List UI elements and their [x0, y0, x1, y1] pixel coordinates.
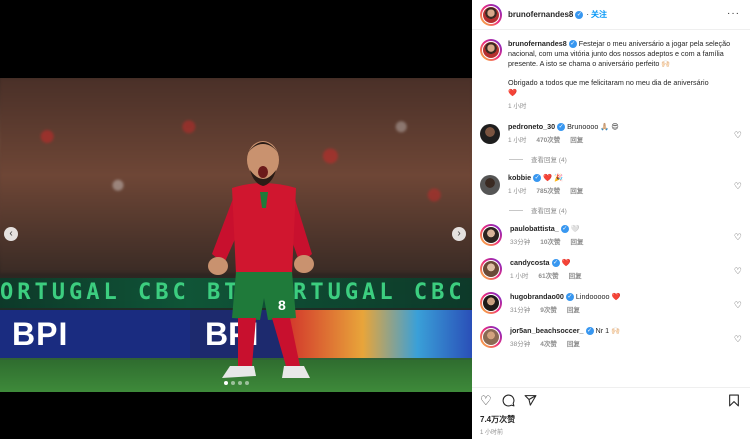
comment-item: candycosta ✓ ❤️ 1 小时 61次赞 回复 ♡ — [472, 258, 750, 282]
comment-likes[interactable]: 10次赞 — [540, 238, 560, 248]
comment-icon[interactable] — [502, 394, 515, 409]
comment-time: 33分钟 — [510, 239, 531, 246]
verified-icon: ✓ — [560, 225, 569, 234]
verified-icon: ✓ — [557, 123, 566, 132]
previous-image-button[interactable]: ‹ — [4, 227, 18, 241]
comment-item: jor5an_beachsoccer_ ✓ Nr 1 🙌🏻 38分钟 4次赞 回复 ♡ — [472, 326, 750, 350]
verified-icon: ✓ — [575, 10, 584, 19]
comment-item: hugobrandao00 ✓ Lindooooo ❤️ 31分钟 9次赞 回复 ♡ — [472, 292, 750, 316]
comment-likes[interactable]: 61次赞 — [538, 272, 558, 282]
comment-item: kobbie ✓ ❤️ 🎉 1 小时 785次赞 回复 ♡ — [472, 173, 750, 197]
view-replies-button[interactable]: 查看回复 (4) — [509, 154, 750, 164]
carousel-dot — [224, 381, 228, 385]
chevron-right-icon: › — [457, 228, 461, 239]
verified-icon: ✓ — [533, 174, 542, 183]
reply-button[interactable]: 回复 — [567, 340, 580, 350]
comments-list[interactable]: brunofernandes8 ✓ Festejar o meu aniversá… — [472, 31, 750, 382]
share-icon[interactable] — [524, 394, 537, 409]
commenter-avatar[interactable] — [480, 124, 500, 144]
comment-text: Brunoooo 🙏🏼 😍 — [567, 122, 619, 131]
like-comment-icon[interactable]: ♡ — [734, 232, 742, 243]
comment-text: 🤍 — [570, 224, 580, 233]
verified-icon: ✓ — [565, 293, 574, 302]
commenter-username[interactable]: kobbie — [508, 173, 531, 182]
like-heart-icon[interactable]: ♡ — [480, 394, 492, 407]
like-comment-icon[interactable]: ♡ — [734, 130, 742, 141]
like-count[interactable]: 7.4万次赞 — [480, 414, 515, 425]
bookmark-icon[interactable] — [728, 394, 740, 409]
next-image-button[interactable]: › — [452, 227, 466, 241]
commenter-avatar[interactable] — [480, 175, 500, 195]
comment-time: 31分钟 — [510, 307, 531, 314]
commenter-username[interactable]: hugobrandao00 — [510, 292, 564, 301]
reply-button[interactable]: 回复 — [570, 187, 583, 197]
post-side-panel: brunofernandes8 ✓ · 关注 ··· brunofernande… — [472, 0, 750, 439]
heart-emoji: ❤️ — [508, 88, 517, 97]
like-comment-icon[interactable]: ♡ — [734, 266, 742, 277]
comment-item: paulobattista_ ✓ 🤍 33分钟 10次赞 回复 ♡ — [472, 224, 750, 248]
commenter-avatar[interactable] — [480, 326, 502, 348]
post-actions: ♡ — [472, 387, 750, 413]
post-media: ORTUGAL CBC BT PORTUGAL CBC BT BPI BPI — [0, 0, 472, 439]
follow-button[interactable]: 关注 — [591, 9, 607, 20]
comment-text: ❤️ — [561, 258, 571, 267]
like-comment-icon[interactable]: ♡ — [734, 334, 742, 345]
carousel-dots — [224, 381, 249, 385]
caption-username[interactable]: brunofernandes8 — [508, 39, 567, 48]
comment-text: Lindooooo ❤️ — [575, 292, 621, 301]
view-replies-button[interactable]: 查看回复 (4) — [509, 205, 750, 215]
commenter-avatar[interactable] — [480, 292, 502, 314]
like-comment-icon[interactable]: ♡ — [734, 300, 742, 311]
commenter-username[interactable]: candycosta — [510, 258, 550, 267]
post-header: brunofernandes8 ✓ · 关注 ··· — [472, 0, 750, 30]
caption-time: 1 小时 — [508, 103, 527, 110]
carousel-dot — [231, 381, 235, 385]
comment-time: 1 小时 — [510, 273, 529, 280]
commenter-username[interactable]: jor5an_beachsoccer_ — [510, 326, 584, 335]
comment-likes[interactable]: 4次赞 — [540, 340, 557, 350]
post-photo: ORTUGAL CBC BT PORTUGAL CBC BT BPI BPI — [0, 78, 472, 392]
author-avatar[interactable] — [480, 3, 502, 26]
reply-button[interactable]: 回复 — [570, 238, 583, 248]
commenter-avatar[interactable] — [480, 258, 502, 280]
carousel-dot — [245, 381, 249, 385]
player-figure: 8 — [208, 141, 314, 378]
sponsor-logo: BPI — [12, 316, 69, 352]
carousel-dot — [238, 381, 242, 385]
comment-likes[interactable]: 9次赞 — [540, 306, 557, 316]
commenter-username[interactable]: pedroneto_30 — [508, 122, 555, 131]
comment-time: 1 小时 — [508, 188, 527, 195]
caption-text-2: Obrigado a todos que me felicitaram no m… — [508, 78, 709, 87]
reply-button[interactable]: 回复 — [567, 306, 580, 316]
verified-icon: ✓ — [568, 40, 577, 49]
verified-icon: ✓ — [585, 327, 594, 336]
reply-button[interactable]: 回复 — [569, 272, 582, 282]
commenter-username[interactable]: paulobattista_ — [510, 224, 559, 233]
comment-likes[interactable]: 470次赞 — [536, 136, 560, 146]
comment-time: 1 小时 — [508, 137, 527, 144]
comment-text: Nr 1 🙌🏻 — [595, 326, 621, 335]
post-timestamp: 1 小时前 — [480, 430, 504, 436]
comment-item: pedroneto_30 ✓ Brunoooo 🙏🏼 😍 1 小时 470次赞 回复 … — [472, 122, 750, 146]
post-caption: brunofernandes8 ✓ Festejar o meu aniversá… — [472, 31, 750, 112]
comment-text: ❤️ 🎉 — [543, 173, 564, 182]
more-options-icon[interactable]: ··· — [727, 8, 740, 19]
comment-time: 38分钟 — [510, 341, 531, 348]
author-username[interactable]: brunofernandes8 — [508, 10, 573, 19]
chevron-left-icon: ‹ — [9, 228, 13, 239]
commenter-avatar[interactable] — [480, 224, 502, 246]
verified-icon: ✓ — [551, 259, 560, 268]
caption-avatar[interactable] — [480, 39, 502, 61]
reply-button[interactable]: 回复 — [570, 136, 583, 146]
comment-likes[interactable]: 785次赞 — [536, 187, 560, 197]
shirt-number: 8 — [278, 297, 286, 313]
like-comment-icon[interactable]: ♡ — [734, 181, 742, 192]
